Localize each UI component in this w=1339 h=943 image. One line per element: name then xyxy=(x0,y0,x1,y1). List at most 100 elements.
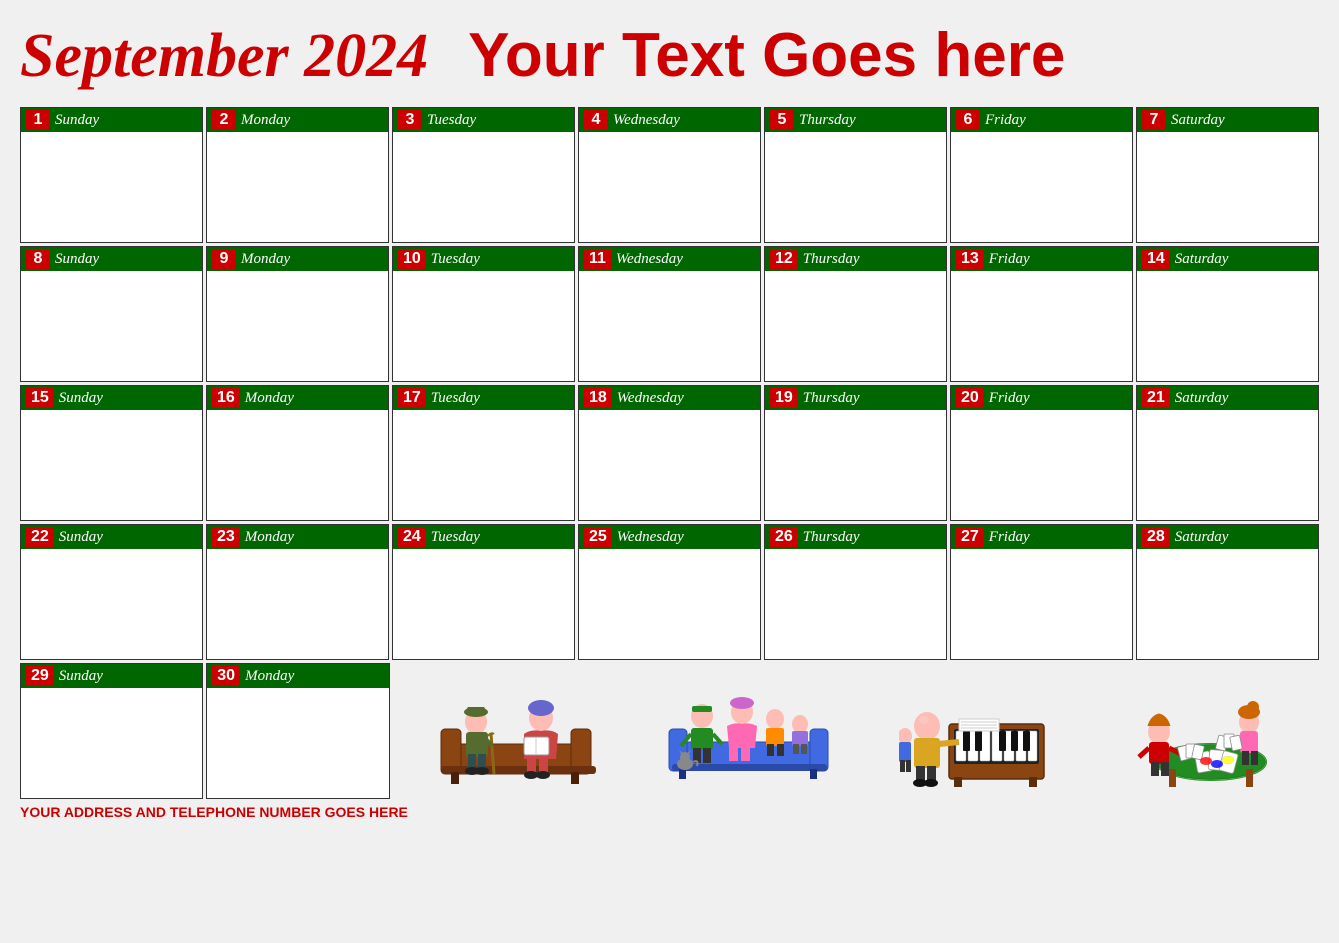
calendar-day-24[interactable]: 24 Tuesday xyxy=(392,524,575,660)
day-name: Sunday xyxy=(55,112,99,129)
day-number: 5 xyxy=(770,110,794,130)
day-name: Sunday xyxy=(59,668,103,685)
day-name: Saturday xyxy=(1175,390,1229,407)
address-bar: YOUR ADDRESS AND TELEPHONE NUMBER GOES H… xyxy=(20,804,1319,820)
day-number: 15 xyxy=(26,388,54,408)
day-name: Wednesday xyxy=(616,251,683,268)
custom-text: Your Text Goes here xyxy=(468,20,1065,91)
day-number: 10 xyxy=(398,249,426,269)
calendar-day-1[interactable]: 1 Sunday xyxy=(20,107,203,243)
day-name: Thursday xyxy=(803,390,860,407)
day-number: 14 xyxy=(1142,249,1170,269)
calendar-day-4[interactable]: 4 Wednesday xyxy=(578,107,761,243)
day-number: 7 xyxy=(1142,110,1166,130)
day-number: 1 xyxy=(26,110,50,130)
day-number: 30 xyxy=(212,666,240,686)
day-name: Monday xyxy=(241,112,290,129)
last-row-section: 29 Sunday 30 Monday xyxy=(20,663,1319,799)
couch-couple-illustration xyxy=(436,674,601,789)
illustrations-area xyxy=(393,663,1319,799)
day-name: Wednesday xyxy=(617,390,684,407)
day-number: 6 xyxy=(956,110,980,130)
calendar-day-6[interactable]: 6 Friday xyxy=(950,107,1133,243)
day-name: Thursday xyxy=(799,112,856,129)
day-number: 9 xyxy=(212,249,236,269)
day-name: Tuesday xyxy=(427,112,476,129)
day-number: 21 xyxy=(1142,388,1170,408)
day-number: 23 xyxy=(212,527,240,547)
calendar-day-27[interactable]: 27 Friday xyxy=(950,524,1133,660)
day-name: Monday xyxy=(245,668,294,685)
calendar-day-23[interactable]: 23 Monday xyxy=(206,524,389,660)
day-number: 22 xyxy=(26,527,54,547)
calendar-day-25[interactable]: 25 Wednesday xyxy=(578,524,761,660)
day-number: 8 xyxy=(26,249,50,269)
day-number: 27 xyxy=(956,527,984,547)
day-number: 24 xyxy=(398,527,426,547)
day-name: Saturday xyxy=(1171,112,1225,129)
month-title: September 2024 xyxy=(20,21,428,92)
calendar-day-15[interactable]: 15 Sunday xyxy=(20,385,203,521)
calendar-day-28[interactable]: 28 Saturday xyxy=(1136,524,1319,660)
day-name: Thursday xyxy=(803,529,860,546)
calendar-day-2[interactable]: 2 Monday xyxy=(206,107,389,243)
day-name: Wednesday xyxy=(617,529,684,546)
day-number: 13 xyxy=(956,249,984,269)
day-name: Monday xyxy=(245,529,294,546)
day-name: Saturday xyxy=(1175,251,1229,268)
calendar-day-20[interactable]: 20 Friday xyxy=(950,385,1133,521)
piano-illustration xyxy=(899,674,1054,789)
day-number: 19 xyxy=(770,388,798,408)
card-game-illustration xyxy=(1121,674,1276,789)
day-name: Sunday xyxy=(59,529,103,546)
calendar-day-10[interactable]: 10 Tuesday xyxy=(392,246,575,382)
day-number: 11 xyxy=(584,249,611,269)
calendar-day-29[interactable]: 29 Sunday xyxy=(20,663,203,799)
calendar-day-9[interactable]: 9 Monday xyxy=(206,246,389,382)
day-number: 26 xyxy=(770,527,798,547)
day-name: Sunday xyxy=(59,390,103,407)
day-name: Friday xyxy=(989,251,1030,268)
day-number: 3 xyxy=(398,110,422,130)
day-number: 20 xyxy=(956,388,984,408)
calendar-day-16[interactable]: 16 Monday xyxy=(206,385,389,521)
day-number: 29 xyxy=(26,666,54,686)
day-number: 28 xyxy=(1142,527,1170,547)
day-name: Tuesday xyxy=(431,251,480,268)
calendar-day-8[interactable]: 8 Sunday xyxy=(20,246,203,382)
day-name: Saturday xyxy=(1175,529,1229,546)
calendar-day-7[interactable]: 7 Saturday xyxy=(1136,107,1319,243)
day-name: Tuesday xyxy=(431,390,480,407)
calendar-day-19[interactable]: 19 Thursday xyxy=(764,385,947,521)
calendar-day-26[interactable]: 26 Thursday xyxy=(764,524,947,660)
day-number: 16 xyxy=(212,388,240,408)
calendar-day-21[interactable]: 21 Saturday xyxy=(1136,385,1319,521)
day-number: 12 xyxy=(770,249,798,269)
day-name: Monday xyxy=(245,390,294,407)
day-name: Monday xyxy=(241,251,290,268)
calendar-day-18[interactable]: 18 Wednesday xyxy=(578,385,761,521)
calendar-day-13[interactable]: 13 Friday xyxy=(950,246,1133,382)
calendar-day-3[interactable]: 3 Tuesday xyxy=(392,107,575,243)
calendar-day-30[interactable]: 30 Monday xyxy=(206,663,389,799)
day-name: Friday xyxy=(989,529,1030,546)
family-illustration xyxy=(667,674,832,789)
day-number: 25 xyxy=(584,527,612,547)
day-number: 17 xyxy=(398,388,426,408)
calendar-day-5[interactable]: 5 Thursday xyxy=(764,107,947,243)
calendar-day-12[interactable]: 12 Thursday xyxy=(764,246,947,382)
calendar-day-11[interactable]: 11 Wednesday xyxy=(578,246,761,382)
calendar-header: September 2024 Your Text Goes here xyxy=(20,10,1319,107)
calendar-day-14[interactable]: 14 Saturday xyxy=(1136,246,1319,382)
day-number: 2 xyxy=(212,110,236,130)
calendar-day-17[interactable]: 17 Tuesday xyxy=(392,385,575,521)
day-name: Thursday xyxy=(803,251,860,268)
calendar-grid: 1 Sunday 2 Monday 3 Tuesday 4 xyxy=(20,107,1319,660)
calendar-day-22[interactable]: 22 Sunday xyxy=(20,524,203,660)
day-number: 18 xyxy=(584,388,612,408)
day-name: Tuesday xyxy=(431,529,480,546)
day-name: Sunday xyxy=(55,251,99,268)
day-name: Friday xyxy=(985,112,1026,129)
day-number: 4 xyxy=(584,110,608,130)
day-name: Friday xyxy=(989,390,1030,407)
